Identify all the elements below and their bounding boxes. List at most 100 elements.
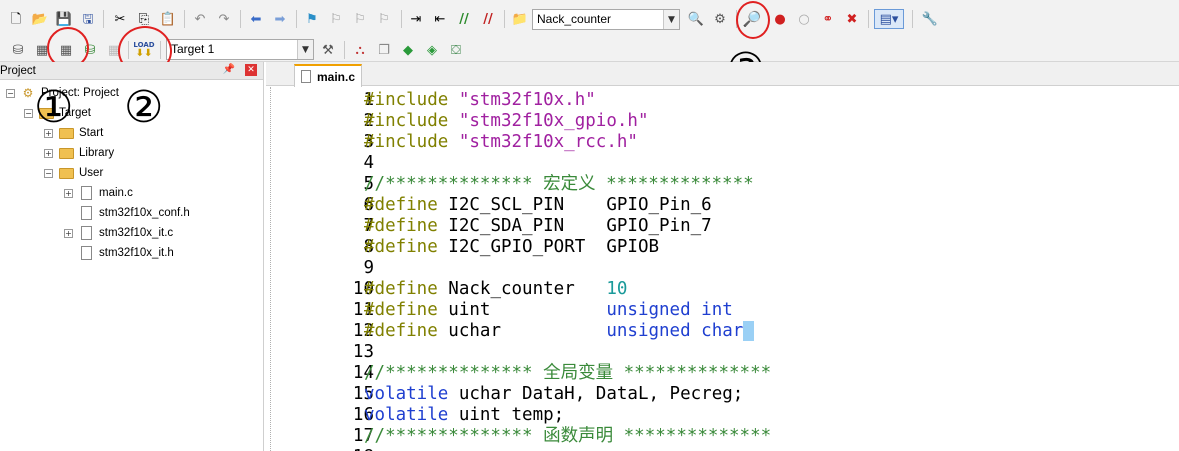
code-line[interactable]: 7 #define I2C_SDA_PIN GPIO_Pin_7 — [266, 216, 1179, 237]
file-icon — [78, 226, 94, 240]
nav-forward-icon[interactable]: ➡ — [270, 9, 290, 29]
breakpoint-icon[interactable]: ● — [770, 9, 790, 29]
nav-back-icon[interactable]: ⬅ — [246, 9, 266, 29]
code-token: #define — [364, 321, 449, 341]
code-line[interactable]: 1 #include "stm32f10x.h" — [266, 90, 1179, 111]
find-icon[interactable]: 🔍 — [686, 9, 706, 29]
code-text: volatile uint temp; — [364, 405, 564, 426]
pin-icon[interactable]: 📌 — [223, 64, 235, 75]
line-number: 6 — [363, 195, 374, 215]
save-icon[interactable]: 💾 — [54, 9, 74, 29]
disable-all-breakpoints-icon[interactable]: ⚭ — [818, 9, 838, 29]
run-time-env-icon[interactable]: ⛋ — [446, 40, 466, 60]
code-line[interactable]: 11 #define uint unsigned int — [266, 300, 1179, 321]
code-line[interactable]: 12 #define uchar unsigned char — [266, 321, 1179, 342]
code-text: #define I2C_SCL_PIN GPIO_Pin_6 — [364, 195, 712, 216]
select-packs-icon[interactable]: ❐ — [374, 40, 394, 60]
comment-icon[interactable]: // — [454, 9, 474, 29]
code-line[interactable]: 18 — [266, 447, 1179, 451]
code-token: I2C_GPIO_PORT GPIOB — [448, 237, 660, 257]
manage-components-icon[interactable]: ◈ — [422, 40, 442, 60]
bookmark-icon[interactable]: ⚑ — [302, 9, 322, 29]
new-file-icon[interactable]: 🗋 — [6, 9, 26, 29]
disable-breakpoint-icon[interactable]: ○ — [794, 9, 814, 29]
window-layout-icon[interactable]: ▤▾ — [874, 9, 904, 29]
expand-icon[interactable]: + — [64, 228, 73, 238]
code-text: #define uchar unsigned char — [364, 321, 754, 342]
code-token: "stm32f10x.h" — [458, 90, 596, 110]
translate-icon[interactable]: ⛁ — [8, 40, 28, 60]
code-line[interactable]: 13 — [266, 342, 1179, 363]
next-bookmark-icon[interactable]: ⚐ — [350, 9, 370, 29]
code-line[interactable]: 4 — [266, 153, 1179, 174]
code-line[interactable]: 16 volatile uint temp; — [266, 405, 1179, 426]
target-combo[interactable]: Target 1 ▼ — [166, 39, 314, 60]
code-token: uchar — [448, 321, 607, 341]
code-token: I2C_SCL_PIN GPIO_Pin_6 — [448, 195, 712, 215]
line-number: 9 — [363, 258, 374, 278]
code-line[interactable]: 9 — [266, 258, 1179, 279]
redo-icon[interactable]: ↷ — [214, 9, 234, 29]
close-icon[interactable]: ✕ — [245, 64, 257, 76]
tree-node-it-c[interactable]: + stm32f10x_it.c — [64, 224, 173, 242]
tree-node-main-c[interactable]: + main.c — [64, 184, 133, 202]
expand-icon[interactable]: + — [64, 188, 73, 198]
tab-main-c[interactable]: main.c — [294, 64, 362, 87]
code-editor[interactable]: main.c 1 #include "stm32f10x.h" 2 #include … — [266, 62, 1179, 451]
find-combo[interactable]: Nack_counter ▼ — [532, 9, 680, 30]
save-all-icon[interactable]: 🖫 — [78, 9, 98, 29]
line-number: 1 — [363, 90, 374, 110]
code-token: 10 — [606, 279, 628, 299]
expand-icon[interactable]: + — [44, 148, 53, 158]
tree-node-user[interactable]: − User — [44, 164, 103, 182]
code-text: //************** 宏定义 ************** — [364, 174, 754, 195]
code-line[interactable]: 2 #include "stm32f10x_gpio.h" — [266, 111, 1179, 132]
code-line[interactable]: 8 #define I2C_GPIO_PORT GPIOB — [266, 237, 1179, 258]
indent-icon[interactable]: ⇥ — [406, 9, 426, 29]
code-token: #define — [364, 195, 449, 215]
code-token: #define — [364, 216, 449, 236]
line-number: 11 — [352, 300, 374, 320]
uncomment-icon[interactable]: // — [478, 9, 498, 29]
cut-icon[interactable]: ✂ — [110, 9, 130, 29]
chevron-down-icon[interactable]: ▼ — [663, 10, 679, 29]
project-panel-header: Project 📌 ✕ — [0, 62, 263, 80]
pack-installer-icon[interactable]: ◆ — [398, 40, 418, 60]
code-line[interactable]: 3 #include "stm32f10x_rcc.h" — [266, 132, 1179, 153]
prev-bookmark-icon[interactable]: ⚐ — [326, 9, 346, 29]
code-line[interactable]: 15 volatile uchar DataH, DataL, Pecreg; — [266, 384, 1179, 405]
manage-project-icon[interactable]: ⛬ — [350, 40, 370, 60]
code-text: #include "stm32f10x_rcc.h" — [364, 132, 638, 153]
code-line[interactable]: 5//************** 宏定义 ************** — [266, 174, 1179, 195]
code-token: unsigned char — [606, 321, 744, 341]
collapse-icon[interactable]: − — [6, 88, 15, 98]
chevron-down-icon[interactable]: ▼ — [297, 40, 313, 59]
code-line[interactable]: 17//************** 函数声明 ************** — [266, 426, 1179, 447]
code-token: "stm32f10x_rcc.h" — [458, 132, 638, 152]
collapse-icon[interactable]: − — [44, 168, 53, 178]
code-line[interactable]: 10 #define Nack_counter 10 — [266, 279, 1179, 300]
tree-node-conf-h[interactable]: stm32f10x_conf.h — [78, 204, 190, 222]
line-number: 13 — [352, 342, 374, 362]
undo-icon[interactable]: ↶ — [190, 9, 210, 29]
find-in-files-icon[interactable]: 📁 — [510, 9, 530, 29]
wrench-icon[interactable]: 🔧 — [920, 9, 940, 29]
code-text: #define I2C_GPIO_PORT GPIOB — [364, 237, 659, 258]
target-options-icon[interactable]: ⚒ — [318, 40, 338, 60]
code-line[interactable]: 14//************** 全局变量 ************** — [266, 363, 1179, 384]
unindent-icon[interactable]: ⇤ — [430, 9, 450, 29]
configure-icon[interactable]: ⚙ — [710, 9, 730, 29]
code-line[interactable]: 6 #define I2C_SCL_PIN GPIO_Pin_6 — [266, 195, 1179, 216]
kill-breakpoints-icon[interactable]: ✖ — [842, 9, 862, 29]
code-text: #include "stm32f10x_gpio.h" — [364, 111, 648, 132]
collapse-icon[interactable]: − — [24, 108, 33, 118]
folder-icon — [58, 146, 74, 160]
tree-node-library[interactable]: + Library — [44, 144, 114, 162]
annotation-number-1: ① — [34, 82, 74, 133]
tree-node-it-h[interactable]: stm32f10x_it.h — [78, 244, 174, 262]
line-number: 7 — [363, 216, 374, 236]
open-file-icon[interactable]: 📂 — [30, 9, 50, 29]
paste-icon[interactable]: 📋 — [158, 9, 178, 29]
code-token: //************** 函数声明 ************** — [364, 426, 772, 446]
clear-bookmarks-icon[interactable]: ⚐ — [374, 9, 394, 29]
